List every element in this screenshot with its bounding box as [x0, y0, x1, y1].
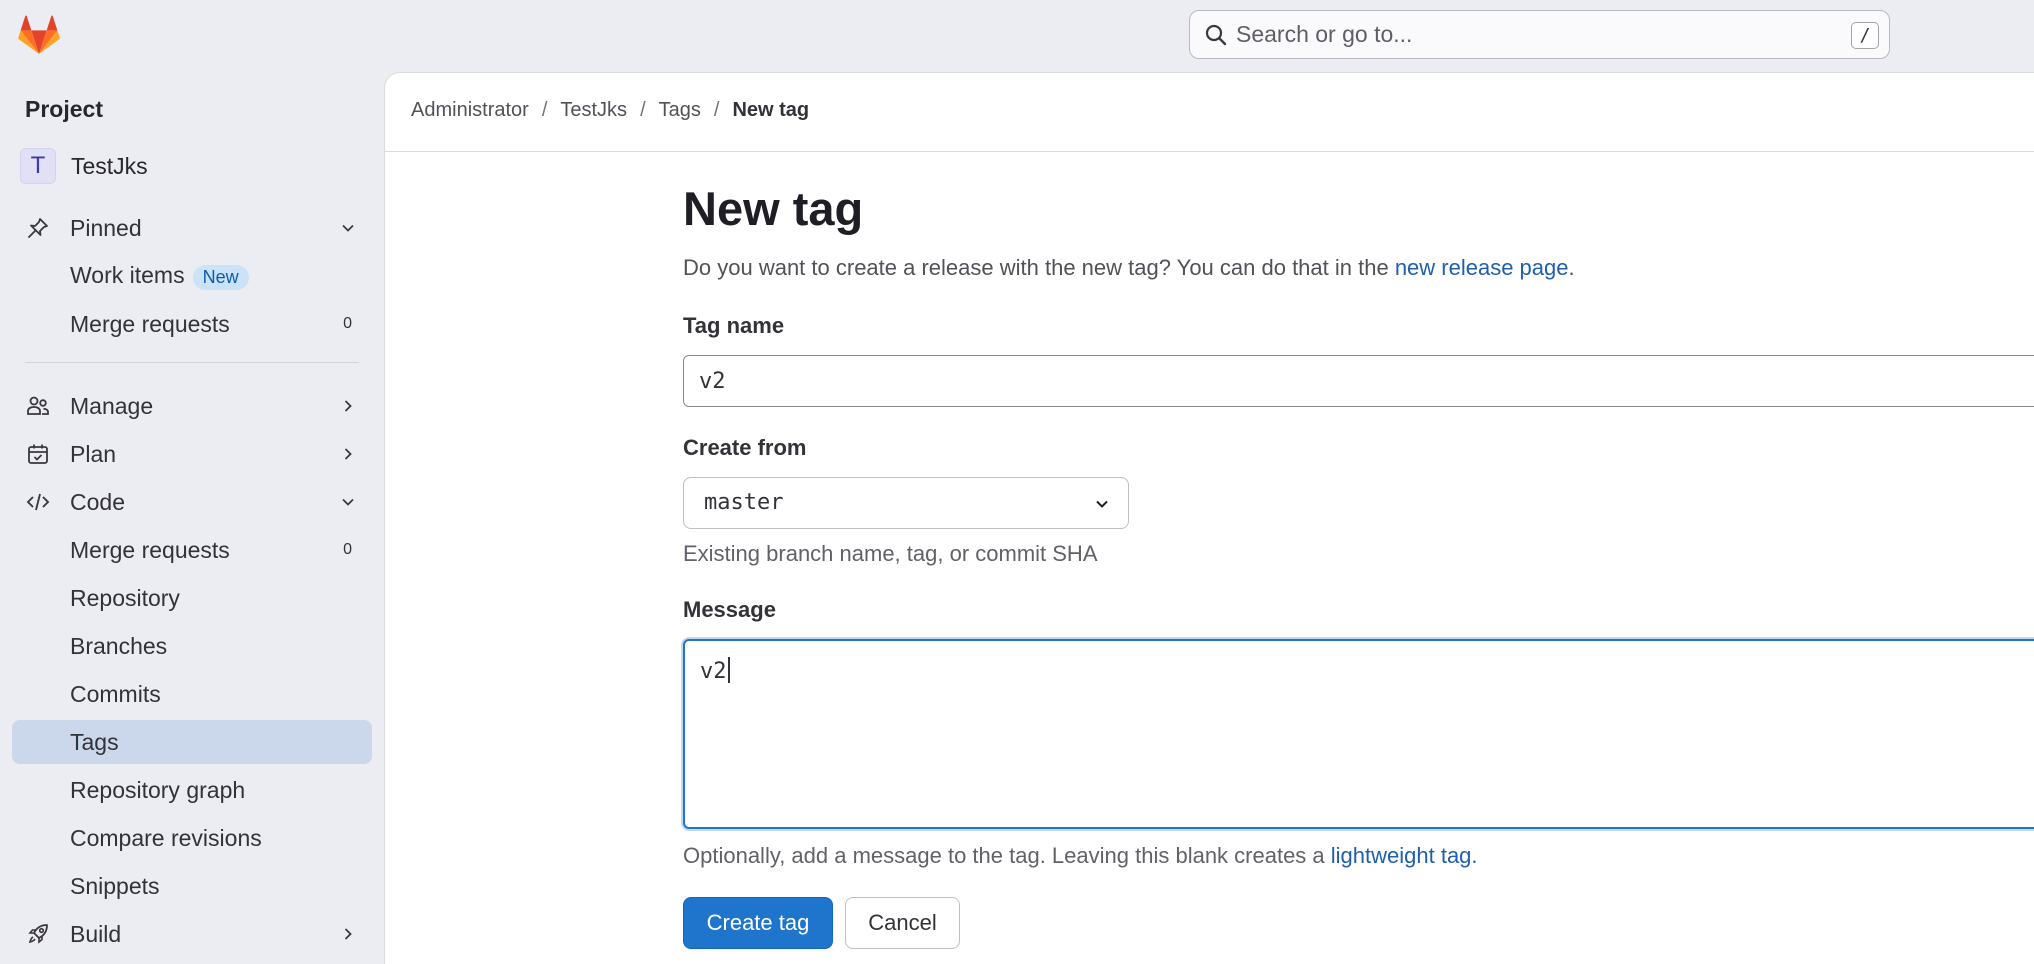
sidebar-item-pinned[interactable]: Pinned: [12, 206, 372, 250]
top-bar: Search or go to... /: [0, 0, 2034, 72]
page-title: New tag: [683, 182, 864, 235]
sidebar-item-merge-requests[interactable]: Merge requests 0: [12, 528, 372, 572]
create-from-help: Existing branch name, tag, or commit SHA: [683, 541, 1098, 566]
intro-end: .: [1568, 255, 1575, 280]
sidebar-divider: [25, 362, 359, 363]
new-badge: New: [192, 264, 249, 290]
sidebar-item-label: Branches: [70, 632, 168, 659]
page-intro: Do you want to create a release with the…: [683, 255, 1575, 281]
sidebar-item-label: Merge requests: [70, 310, 230, 337]
calendar-icon: [28, 444, 48, 464]
rocket-icon: [28, 924, 48, 944]
breadcrumb-divider: [385, 151, 2034, 152]
breadcrumb-current: New tag: [732, 99, 810, 121]
work-items-label: Work items: [70, 262, 185, 289]
sidebar-item-snippets[interactable]: Snippets: [12, 864, 372, 908]
search-bar[interactable]: Search or go to... /: [1189, 10, 1890, 59]
message-value: v2: [700, 659, 727, 684]
sidebar-item-label: Commits: [70, 680, 161, 707]
message-help: Optionally, add a message to the tag. Le…: [683, 843, 1478, 869]
merge-requests-count: 0: [343, 541, 352, 558]
sidebar-item-pinned-merge-requests[interactable]: Merge requests 0: [12, 302, 372, 346]
sidebar-item-branches[interactable]: Branches: [12, 624, 372, 668]
sidebar-item-label: Snippets: [70, 872, 160, 899]
chevron-right-icon: [344, 400, 352, 412]
sidebar-item-label: Repository: [70, 584, 180, 611]
sidebar-item-label: Work items New: [70, 262, 249, 290]
pin-icon: [28, 218, 48, 238]
tag-name-input[interactable]: [683, 355, 2034, 407]
sidebar-item-label: Plan: [70, 440, 117, 467]
intro-text: Do you want to create a release with the…: [683, 255, 1395, 280]
search-placeholder: Search or go to...: [1236, 21, 1413, 47]
cancel-button[interactable]: Cancel: [845, 897, 960, 949]
breadcrumb-separator: /: [713, 99, 720, 121]
breadcrumb-item-project[interactable]: TestJks: [560, 99, 627, 122]
sidebar-item-repository[interactable]: Repository: [12, 576, 372, 620]
chevron-down-icon: [1096, 500, 1108, 508]
sidebar-item-manage[interactable]: Manage: [12, 384, 372, 428]
chevron-right-icon: [344, 448, 352, 460]
search-icon: [1205, 24, 1227, 46]
sidebar-item-label: Merge requests: [70, 536, 230, 563]
sidebar-item-label: Tags: [70, 728, 119, 755]
sidebar-project[interactable]: T TestJks: [20, 148, 148, 184]
sidebar-item-label: Compare revisions: [70, 824, 262, 851]
create-tag-button[interactable]: Create tag: [683, 897, 833, 949]
main-panel: Administrator / TestJks / Tags / New tag…: [384, 72, 2034, 964]
breadcrumb-separator: /: [541, 99, 548, 121]
message-textarea[interactable]: v2: [683, 639, 2034, 829]
sidebar-item-code[interactable]: Code: [12, 480, 372, 524]
chevron-down-icon: [342, 224, 354, 232]
project-name: TestJks: [71, 152, 148, 179]
users-icon: [27, 396, 49, 415]
sidebar-item-tags[interactable]: Tags: [12, 720, 372, 764]
sidebar-item-repository-graph[interactable]: Repository graph: [12, 768, 372, 812]
sidebar-item-label: Repository graph: [70, 776, 246, 803]
message-help-end: .: [1471, 843, 1478, 868]
create-from-label: Create from: [683, 435, 807, 460]
breadcrumb-item-administrator[interactable]: Administrator: [411, 99, 529, 122]
sidebar-heading: Project: [25, 96, 103, 122]
merge-requests-count: 0: [343, 315, 352, 332]
lightweight-tag-link[interactable]: lightweight tag: [1331, 843, 1472, 868]
create-from-value: master: [704, 490, 784, 515]
new-release-page-link[interactable]: new release page: [1395, 255, 1569, 280]
sidebar-item-compare-revisions[interactable]: Compare revisions: [12, 816, 372, 860]
gitlab-logo-icon[interactable]: [18, 14, 60, 56]
text-caret: [727, 657, 730, 683]
sidebar-item-build[interactable]: Build: [12, 912, 372, 956]
create-from-dropdown[interactable]: master: [683, 477, 1129, 529]
project-avatar: T: [20, 148, 56, 184]
sidebar-item-label: Manage: [70, 392, 154, 419]
sidebar-item-plan[interactable]: Plan: [12, 432, 372, 476]
chevron-down-icon: [342, 498, 354, 506]
chevron-right-icon: [344, 928, 352, 940]
sidebar-item-label: Code: [70, 488, 125, 515]
sidebar-item-work-items[interactable]: Work items New: [12, 254, 372, 298]
message-label: Message: [683, 597, 776, 622]
breadcrumb: Administrator / TestJks / Tags / New tag: [411, 99, 809, 122]
sidebar-item-label: Build: [70, 920, 122, 947]
message-help-text: Optionally, add a message to the tag. Le…: [683, 843, 1331, 868]
tag-name-label: Tag name: [683, 313, 785, 338]
search-shortcut-key: /: [1851, 22, 1879, 49]
code-icon: [26, 493, 50, 511]
sidebar: Project T TestJks Pinned Work items New M…: [0, 72, 384, 964]
sidebar-item-commits[interactable]: Commits: [12, 672, 372, 716]
breadcrumb-separator: /: [640, 99, 646, 121]
breadcrumb-item-tags[interactable]: Tags: [659, 99, 701, 122]
sidebar-item-label: Pinned: [70, 214, 142, 241]
